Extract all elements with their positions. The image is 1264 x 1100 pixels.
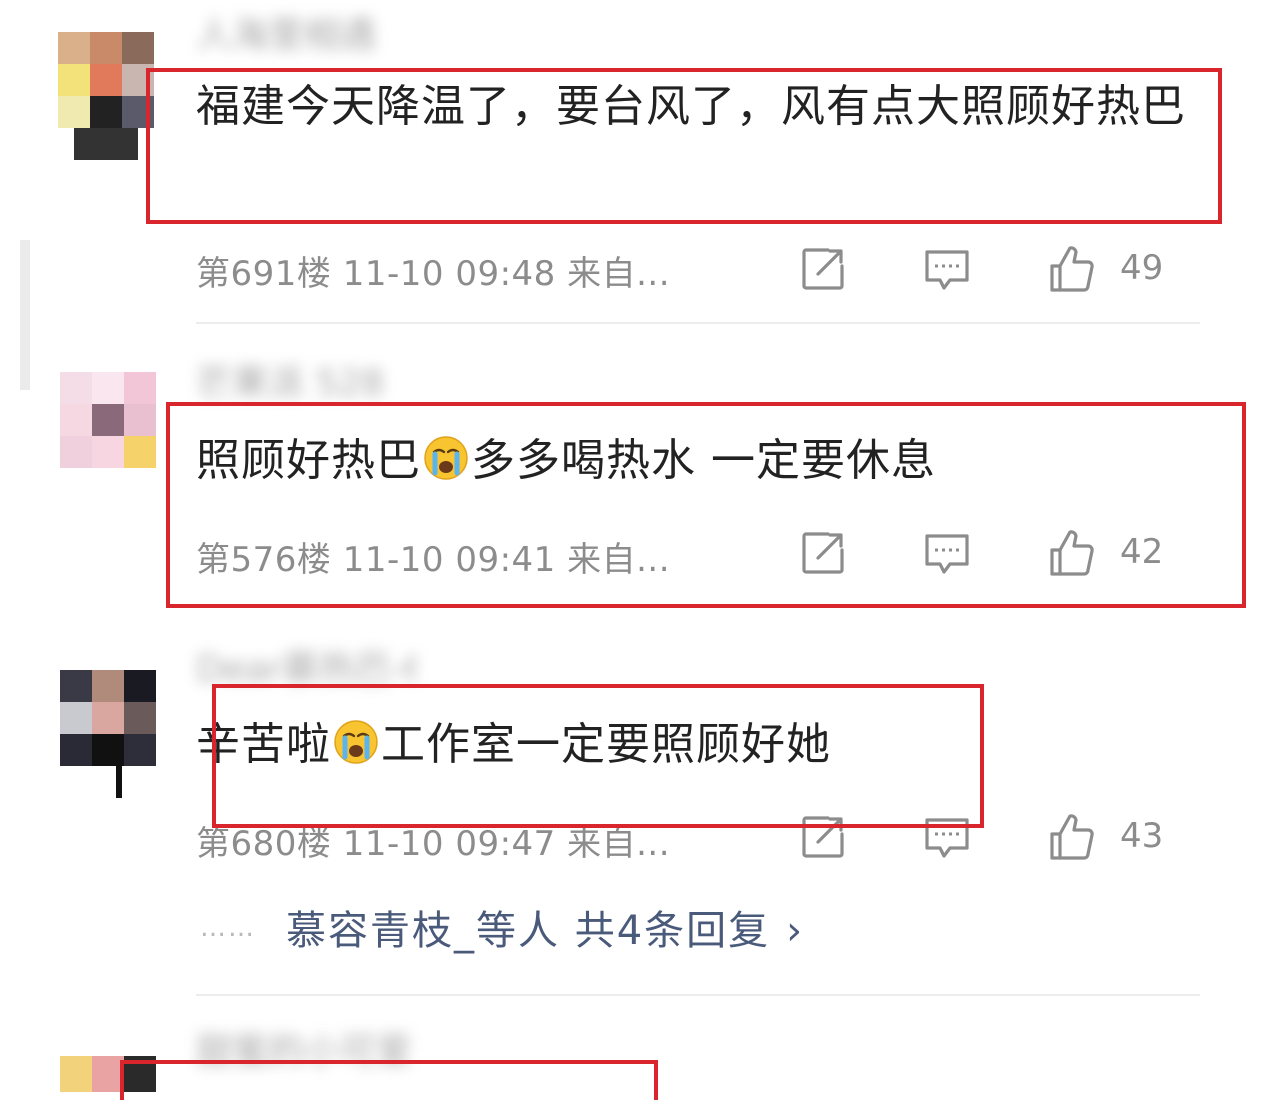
replies-dots: …… (200, 913, 256, 943)
replies-link[interactable]: 慕容青枝_等人 共4条回复 (286, 908, 770, 954)
comment-icon[interactable] (922, 528, 972, 578)
like-count: 42 (1120, 532, 1164, 572)
avatar[interactable] (58, 32, 154, 160)
source-text: 来自... (567, 824, 671, 864)
chevron-right-icon: › (786, 908, 803, 954)
crying-emoji-icon (423, 435, 469, 481)
comment-meta: 第691楼 11-10 09:48 来自... (196, 246, 670, 295)
floor-number: 第576楼 (196, 540, 332, 580)
comment-icon[interactable] (922, 812, 972, 862)
crying-emoji-icon (333, 719, 379, 765)
divider (196, 994, 1200, 996)
avatar[interactable] (60, 670, 156, 798)
like-count: 43 (1120, 816, 1164, 856)
comment-text: 福建今天降温了，要台风了，风有点大照顾好热巴 (196, 81, 1186, 132)
share-icon[interactable] (798, 528, 848, 578)
timestamp: 11-10 09:47 (342, 824, 556, 864)
floor-number: 第680楼 (196, 824, 332, 864)
username[interactable]: 甜蜜的小可爱 (196, 1030, 416, 1074)
share-icon[interactable] (798, 812, 848, 862)
replies-row[interactable]: …… 慕容青枝_等人 共4条回复 › (200, 898, 802, 954)
source-text: 来自... (567, 540, 671, 580)
left-edge-strip (20, 240, 30, 390)
like-icon[interactable] (1046, 244, 1096, 294)
comment-meta: 第576楼 11-10 09:41 来自... (196, 532, 670, 581)
avatar[interactable] (60, 372, 156, 500)
divider (196, 322, 1200, 324)
username[interactable]: Dear慕热巴-605 (196, 648, 416, 692)
avatar[interactable] (60, 1056, 156, 1092)
like-count: 49 (1120, 248, 1164, 288)
username[interactable]: 人海里相遇 (196, 14, 416, 58)
comment-icon[interactable] (922, 244, 972, 294)
source-text: 来自... (567, 254, 671, 294)
timestamp: 11-10 09:48 (342, 254, 556, 294)
username[interactable]: 芒果派 528 (196, 362, 416, 406)
like-icon[interactable] (1046, 528, 1096, 578)
timestamp: 11-10 09:41 (342, 540, 556, 580)
comment-text: 照顾好热巴 多多喝热水 一定要休息 (196, 435, 936, 486)
floor-number: 第691楼 (196, 254, 332, 294)
like-icon[interactable] (1046, 812, 1096, 862)
comment-text: 辛苦啦 工作室一定要照顾好她 (196, 719, 831, 770)
share-icon[interactable] (798, 244, 848, 294)
comment-meta: 第680楼 11-10 09:47 来自... (196, 816, 670, 865)
